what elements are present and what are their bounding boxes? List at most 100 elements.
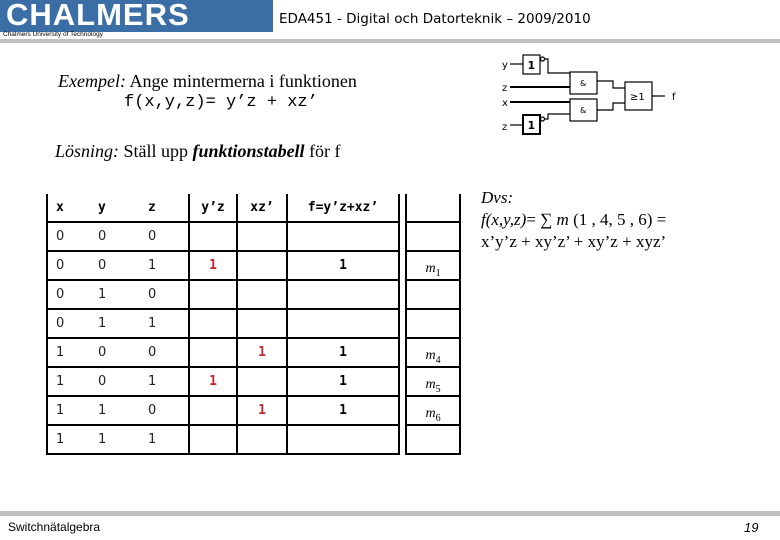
cell-y: 0 xyxy=(92,250,144,281)
truth-table-header-row: x y z y’z xz’ f=y’z+xz’ xyxy=(46,194,400,223)
minterm-header xyxy=(405,194,461,223)
table-row: 0 1 1 xyxy=(46,308,400,339)
function-formula: f(x,y,z)= y’z + xz’ xyxy=(124,93,318,112)
minterm-column: m1 m4 m5 m6 xyxy=(405,194,461,455)
cell-x-z-prime xyxy=(237,424,288,455)
cell-x-z-prime xyxy=(237,308,288,339)
cell-x: 0 xyxy=(46,308,92,339)
cell-x-z-prime xyxy=(237,279,288,310)
conclusion-block: Dvs: f(x,y,z)= ∑ m (1 , 4, 5 , 6) = x’y’… xyxy=(481,187,666,253)
minterm-cell xyxy=(405,424,461,455)
minterm-row: m4 xyxy=(405,337,461,368)
cell-x: 1 xyxy=(46,337,92,368)
cell-z: 0 xyxy=(144,221,190,252)
header-band xyxy=(0,39,780,43)
conclusion-line-2: x’y’z + xy’z’ + xy’z + xyz’ xyxy=(481,232,667,251)
minterm-index: 6 xyxy=(435,413,441,424)
cell-z: 0 xyxy=(144,395,190,426)
wire-and1-to-or xyxy=(597,80,625,89)
minterm-row xyxy=(405,221,461,252)
cell-f xyxy=(287,279,400,310)
cell-y: 1 xyxy=(92,308,144,339)
cell-z: 1 xyxy=(144,308,190,339)
header-y: y xyxy=(92,194,144,223)
minterm-cell xyxy=(405,279,461,310)
cell-f xyxy=(287,221,400,252)
table-row: 1 1 0 1 1 xyxy=(46,395,400,426)
header-x: x xyxy=(46,194,92,223)
cell-x: 0 xyxy=(46,279,92,310)
cell-x-z-prime: 1 xyxy=(237,395,288,426)
cell-z: 1 xyxy=(144,366,190,397)
solution-text: Lösning: Ställ upp funktionstabell för f xyxy=(55,141,341,162)
minterm-row xyxy=(405,424,461,455)
cell-x-z-prime: 1 xyxy=(237,337,288,368)
header-divider xyxy=(272,0,273,32)
table-row: 0 0 1 1 1 xyxy=(46,250,400,281)
cell-z: 1 xyxy=(144,424,190,455)
minterm-row xyxy=(405,279,461,310)
conclusion-m: m xyxy=(556,210,569,229)
minterm-cell xyxy=(405,221,461,252)
minterm-index: 1 xyxy=(435,268,441,279)
logo-text: CHALMERS xyxy=(6,0,190,32)
logic-circuit-diagram: y z x z 1 1 & & ≥1 f xyxy=(502,54,676,135)
cell-x-z-prime xyxy=(237,250,288,281)
minterm-symbol: m xyxy=(425,406,436,422)
cell-y-prime-z: 1 xyxy=(189,366,238,397)
cell-x-z-prime xyxy=(237,366,288,397)
header-f: f=y’z+xz’ xyxy=(287,194,400,223)
minterm-cell: m5 xyxy=(405,366,461,397)
wire-not-top-to-and1 xyxy=(545,58,571,78)
wire-not-bottom-to-and2 xyxy=(545,113,570,120)
cell-x: 1 xyxy=(46,366,92,397)
conclusion-indices: (1 , 4, 5 , 6) = xyxy=(568,210,667,229)
minterm-symbol: m xyxy=(425,261,436,277)
cell-y-prime-z xyxy=(189,221,238,252)
not-gate-bottom-label: 1 xyxy=(528,119,536,132)
cell-y: 1 xyxy=(92,424,144,455)
minterm-index: 4 xyxy=(435,355,441,366)
cell-f: 1 xyxy=(287,250,400,281)
minterm-cell: m4 xyxy=(405,337,461,368)
cell-x-z-prime xyxy=(237,221,288,252)
example-lead: Exempel: xyxy=(58,71,126,91)
cell-f xyxy=(287,424,400,455)
cell-f: 1 xyxy=(287,337,400,368)
input-label-y: y xyxy=(502,60,508,71)
example-text: Exempel: Ange mintermerna i funktionen xyxy=(58,71,357,92)
page-number: 19 xyxy=(744,520,759,535)
table-row: 1 0 0 1 1 xyxy=(46,337,400,368)
table-row: 1 1 1 xyxy=(46,424,400,455)
cell-y: 1 xyxy=(92,395,144,426)
conclusion-line-1: f(x,y,z)= ∑ m (1 , 4, 5 , 6) = xyxy=(481,209,666,231)
not-gate-top-label: 1 xyxy=(528,59,536,72)
cell-y: 1 xyxy=(92,279,144,310)
cell-z: 1 xyxy=(144,250,190,281)
solution-body: Ställ upp xyxy=(119,141,193,161)
cell-y-prime-z xyxy=(189,337,238,368)
table-row: 1 0 1 1 1 xyxy=(46,366,400,397)
solution-tail: för f xyxy=(304,141,341,161)
input-label-z2: z xyxy=(502,122,507,133)
table-row: 0 0 0 xyxy=(46,221,400,252)
minterm-row: m5 xyxy=(405,366,461,397)
example-body: Ange mintermerna i funktionen xyxy=(125,71,357,91)
header-y-prime-z: y’z xyxy=(189,194,238,223)
conclusion-function: f(x,y,z) xyxy=(481,210,527,229)
inverter-bubble-top xyxy=(539,56,546,62)
header-z: z xyxy=(144,194,190,223)
cell-f: 1 xyxy=(287,366,400,397)
cell-f: 1 xyxy=(287,395,400,426)
header-x-z-prime: xz’ xyxy=(237,194,288,223)
minterm-cell: m1 xyxy=(405,250,461,281)
minterm-symbol: m xyxy=(425,377,436,393)
minterm-header-row xyxy=(405,194,461,223)
chalmers-logo: CHALMERS xyxy=(0,0,272,32)
and-gate-2-label: & xyxy=(580,106,586,115)
course-title: EDA451 - Digital och Datorteknik – 2009/… xyxy=(279,11,591,27)
minterm-cell: m6 xyxy=(405,395,461,426)
conclusion-sum: = ∑ xyxy=(526,210,557,229)
wire-and2-to-or xyxy=(597,102,625,111)
cell-f xyxy=(287,308,400,339)
